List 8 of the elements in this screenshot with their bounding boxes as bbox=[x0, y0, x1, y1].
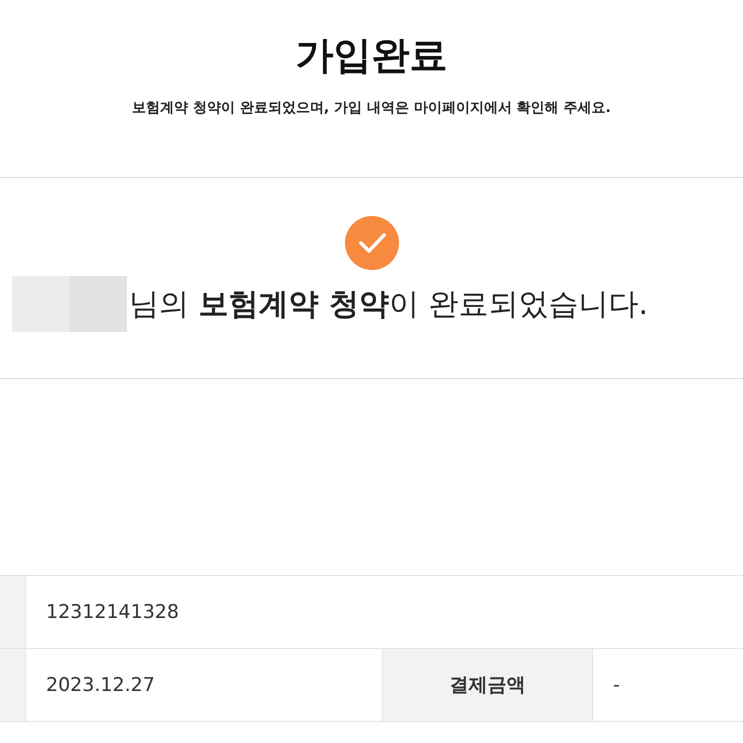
info-cell-text: 2023.12.27 bbox=[45, 673, 156, 698]
subtitle: 보험계약 청약이 완료되었으며, 가입 내역은 마이페이지에서 확인해 주세요. bbox=[132, 99, 611, 117]
label-cell: 결제금액 bbox=[382, 649, 593, 721]
page-title: 가입완료 bbox=[296, 32, 448, 79]
completion-message: 님의 보험계약 청약이 완료되었습니다. bbox=[129, 286, 648, 324]
info-cell-text: 12312141328 bbox=[45, 600, 180, 625]
check-icon bbox=[344, 216, 398, 270]
info-cell-text: - bbox=[612, 673, 621, 698]
